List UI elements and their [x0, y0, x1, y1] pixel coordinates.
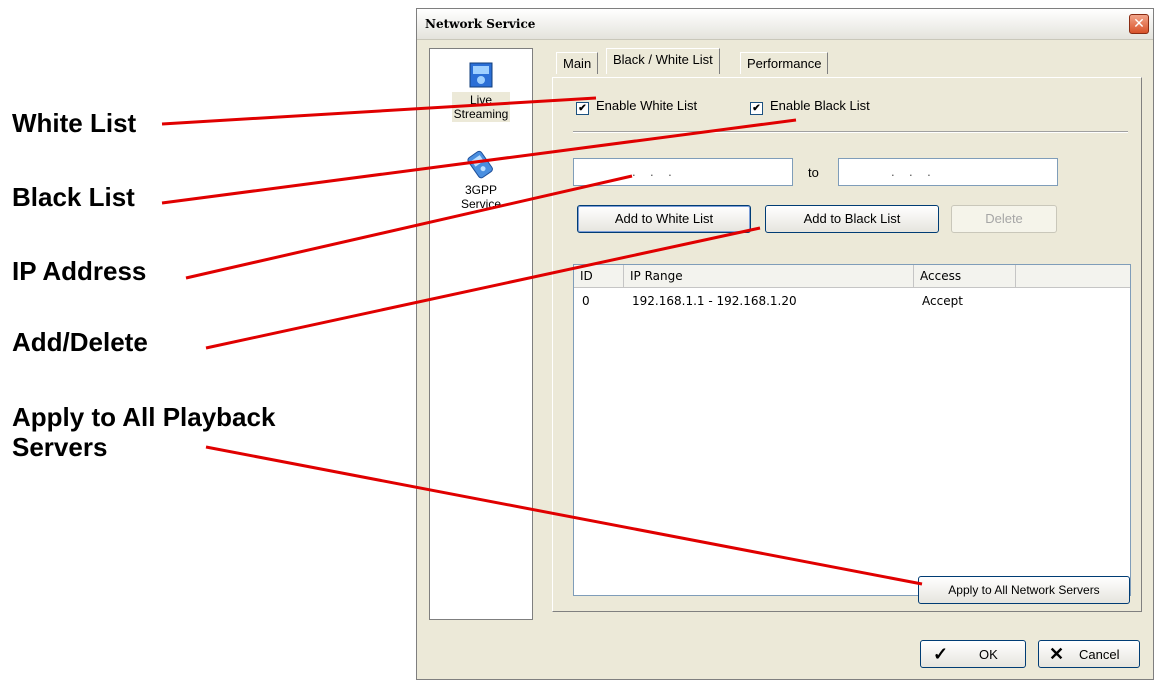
apply-to-all-network-servers-button[interactable]: Apply to All Network Servers [918, 576, 1130, 604]
separator [573, 131, 1128, 133]
column-header-access[interactable]: Access [914, 265, 1016, 287]
ok-label: OK [979, 647, 998, 662]
check-icon: ✓ [933, 644, 949, 664]
service-list: Live Streaming 3GPP Service [429, 48, 533, 620]
column-header-id[interactable]: ID [574, 265, 624, 287]
service-item-live-streaming[interactable]: Live Streaming [430, 61, 532, 122]
cancel-label: Cancel [1079, 647, 1120, 662]
callout-apply-all-line1: Apply to All Playback [12, 402, 276, 432]
enable-black-list-label: Enable Black List [770, 98, 870, 113]
callout-white-list: White List [12, 108, 137, 138]
dialog-title: Network Service [425, 17, 536, 31]
cell-ip-range: 192.168.1.1 - 192.168.1.20 [632, 294, 797, 308]
cell-id: 0 [582, 294, 590, 308]
ip-to-value: . . . [891, 164, 931, 179]
close-button[interactable]: ✕ [1129, 14, 1149, 34]
ip-to-label: to [808, 165, 819, 180]
tab-black-white-list[interactable]: Black / White List [606, 48, 720, 74]
tab-performance[interactable]: Performance [740, 52, 829, 74]
live-streaming-icon [469, 62, 493, 88]
ip-to-input[interactable]: . . . [838, 158, 1058, 186]
column-header-ip-range[interactable]: IP Range [624, 265, 914, 287]
callout-apply-all: Apply to All Playback Servers [12, 402, 275, 462]
service-item-3gpp[interactable]: 3GPP Service [430, 149, 532, 212]
enable-white-list-checkbox[interactable]: ✔ Enable White List [576, 98, 697, 115]
ip-range-table[interactable]: ID IP Range Access 0 192.168.1.1 - 192.1… [573, 264, 1131, 596]
tab-performance-label: Performance [747, 56, 822, 71]
tab-main[interactable]: Main [556, 52, 599, 74]
delete-button[interactable]: Delete [951, 205, 1057, 233]
cell-access: Accept [922, 294, 963, 308]
ip-from-input[interactable]: . . . [573, 158, 793, 186]
callout-apply-all-line2: Servers [12, 432, 108, 462]
callout-ip-address: IP Address [12, 256, 147, 286]
service-label-3gpp: 3GPP Service [460, 183, 501, 211]
add-to-white-list-button[interactable]: Add to White List [577, 205, 751, 233]
callout-black-list: Black List [12, 182, 135, 212]
x-icon: ✕ [1049, 644, 1065, 664]
callout-add-delete: Add/Delete [12, 327, 148, 357]
tab-black-white-list-label: Black / White List [613, 52, 713, 67]
enable-white-list-label: Enable White List [596, 98, 698, 113]
close-icon: ✕ [1133, 15, 1145, 31]
cancel-button[interactable]: ✕ Cancel [1038, 640, 1140, 668]
ip-from-value: . . . [632, 164, 672, 179]
checkbox-black-box[interactable]: ✔ [750, 102, 763, 115]
3gpp-service-icon [467, 150, 493, 179]
table-header: ID IP Range Access [574, 265, 1130, 288]
ok-button[interactable]: ✓ OK [920, 640, 1026, 668]
tab-main-label: Main [563, 56, 592, 71]
checkbox-white-box[interactable]: ✔ [576, 102, 589, 115]
add-to-black-list-button[interactable]: Add to Black List [765, 205, 939, 233]
service-label-live-streaming: Live Streaming [451, 92, 511, 122]
enable-black-list-checkbox[interactable]: ✔ Enable Black List [750, 98, 870, 115]
title-bar: Network Service ✕ [417, 9, 1153, 40]
